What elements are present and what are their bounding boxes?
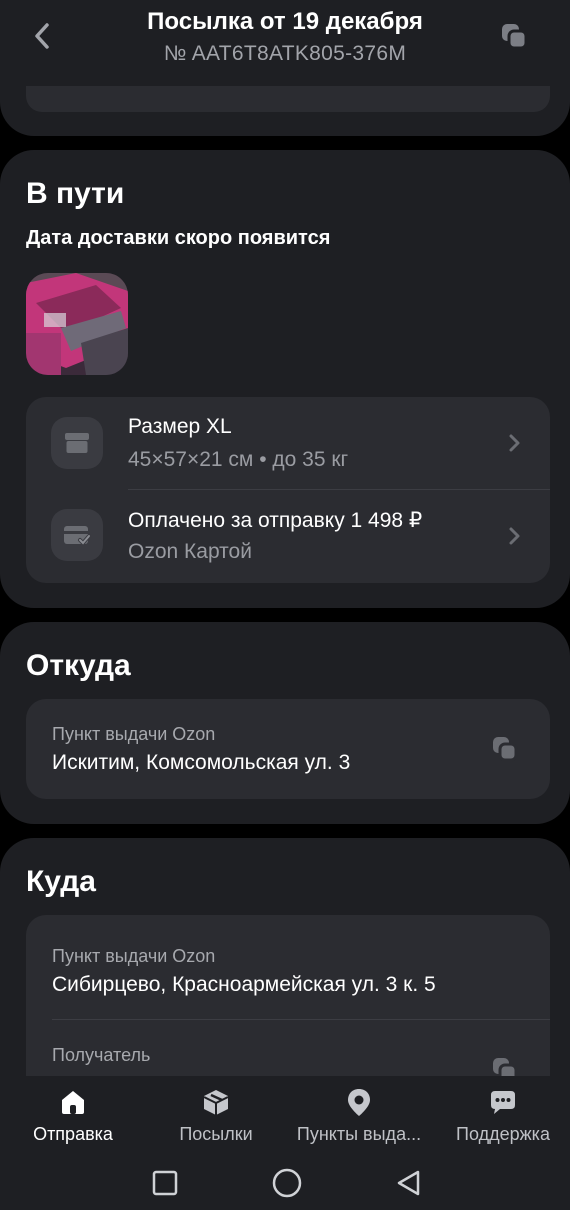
copy-icon[interactable] <box>490 734 520 764</box>
copy-tracking-button[interactable] <box>498 20 530 52</box>
parcel-photo[interactable] <box>26 273 128 375</box>
tracking-number: № AAT6T8ATK805-376M <box>163 42 407 65</box>
nav-item-send[interactable]: Отправка <box>12 1076 134 1152</box>
screen: Посылка от 19 декабря № AAT6T8ATK805-376… <box>0 0 570 1210</box>
box-icon <box>51 417 103 469</box>
from-card: Откуда Пункт выдачи Ozon Искитим, Комсом… <box>0 622 570 824</box>
location-pin-icon <box>343 1086 375 1118</box>
back-nav-button[interactable] <box>392 1166 426 1200</box>
chevron-right-icon <box>509 527 520 545</box>
nav-label-parcels: Посылки <box>179 1124 253 1144</box>
home-button[interactable] <box>270 1166 304 1200</box>
payment-method: Ozon Картой <box>128 540 252 563</box>
recipient-label: Получатель <box>52 1045 151 1065</box>
size-row[interactable]: Размер XL 45×57×21 см • до 35 кг <box>26 397 550 489</box>
parcel-details-panel: Размер XL 45×57×21 см • до 35 кг Оплачен… <box>26 397 550 583</box>
nav-label-support: Поддержка <box>456 1124 550 1144</box>
nav-item-pickup-points[interactable]: Пункты выда... <box>286 1076 432 1152</box>
recent-apps-button[interactable] <box>148 1166 182 1200</box>
triangle-back-icon <box>397 1170 420 1196</box>
parcel-icon <box>200 1086 232 1118</box>
card-paid-icon <box>51 509 103 561</box>
nav-item-parcels[interactable]: Посылки <box>156 1076 276 1152</box>
payment-row[interactable]: Оплачено за отправку 1 498 ₽ Ozon Картой <box>26 490 550 583</box>
from-address: Искитим, Комсомольская ул. 3 <box>52 751 351 774</box>
page-title: Посылка от 19 декабря <box>147 8 423 35</box>
to-title: Куда <box>26 865 96 898</box>
delivery-date-note: Дата доставки скоро появится <box>26 227 331 249</box>
nav-label-send: Отправка <box>33 1124 113 1144</box>
from-point-label: Пункт выдачи Ozon <box>52 724 216 744</box>
from-title: Откуда <box>26 649 131 682</box>
transit-title: В пути <box>26 177 125 210</box>
square-icon <box>152 1170 178 1196</box>
transit-card: В пути Дата доставки скоро появится Разм… <box>0 150 570 608</box>
app-header: Посылка от 19 декабря № AAT6T8ATK805-376… <box>0 0 570 86</box>
from-address-panel[interactable]: Пункт выдачи Ozon Искитим, Комсомольская… <box>26 699 550 799</box>
system-navigation-bar <box>0 1152 570 1210</box>
nav-label-pickup-points: Пункты выда... <box>296 1124 422 1144</box>
row-divider <box>52 1019 550 1020</box>
nav-item-support[interactable]: Поддержка <box>444 1076 562 1152</box>
payment-title: Оплачено за отправку 1 498 ₽ <box>128 509 423 532</box>
circle-icon <box>272 1168 302 1198</box>
to-address: Сибирцево, Красноармейская ул. 3 к. 5 <box>52 973 436 996</box>
size-dimensions: 45×57×21 см • до 35 кг <box>128 448 349 471</box>
size-title: Размер XL <box>128 415 232 438</box>
bottom-navigation: Отправка Посылки Пункты выда... Поддержк… <box>0 1076 570 1152</box>
to-point-label: Пункт выдачи Ozon <box>52 946 216 966</box>
chat-icon <box>487 1086 519 1118</box>
chevron-right-icon <box>509 434 520 452</box>
copy-icon <box>502 24 528 50</box>
home-icon <box>57 1086 89 1118</box>
